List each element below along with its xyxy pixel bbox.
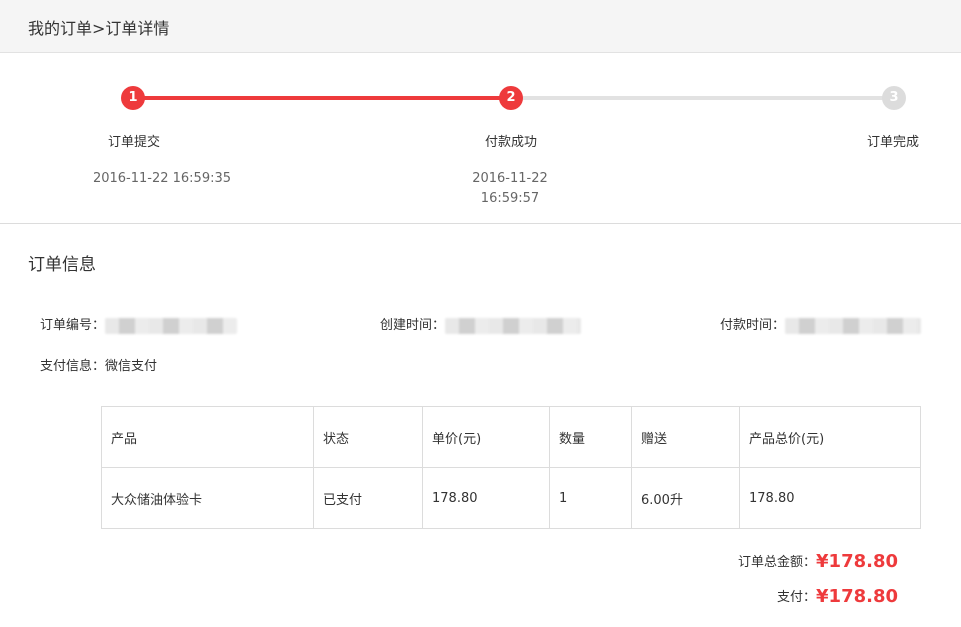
order-number-redacted [105,317,238,334]
step-1-time: 2016-11-22 16:59:35 [92,171,232,186]
paid-time-label: 付款时间： [720,318,786,333]
breadcrumb-separator: > [92,19,106,38]
table-header-quantity: 数量 [549,406,632,468]
table-header-product: 产品 [101,406,314,468]
paid-total-label: 支付： [777,590,817,605]
step-2-circle: 2 [499,86,523,110]
table-header-row: 产品 状态 单价(元) 数量 赠送 产品总价(元) [101,406,921,468]
order-progress: 1 2 3 订单提交 付款成功 订单完成 2016-11-22 16:59:35… [0,53,961,224]
step-3-label: 订单完成 [866,135,919,150]
paid-time-redacted [785,317,922,334]
table-header-unit-price: 单价(元) [422,406,550,468]
header-bar: 我的订单>订单详情 [0,0,961,53]
order-number-field: 订单编号： [40,314,238,334]
step-2-clock: 16:59:57 [480,191,540,206]
step-3-circle: 3 [882,86,906,110]
step-2-label: 付款成功 [484,135,537,150]
step-2-date: 2016-11-22 [472,171,548,186]
created-time-label: 创建时间： [380,318,446,333]
breadcrumb-my-orders-link[interactable]: 我的订单 [28,15,92,39]
table-header-total: 产品总价(元) [739,406,921,468]
breadcrumb: 我的订单>订单详情 [28,15,169,39]
paid-total-line: 支付：¥178.80 [777,586,898,607]
order-info-title: 订单信息 [28,255,96,275]
table-row: 大众储油体验卡 已支付 178.80 1 6.00升 178.80 [101,467,921,529]
order-total-label: 订单总金额： [738,555,817,570]
order-items-table: 产品 状态 单价(元) 数量 赠送 产品总价(元) 大众储油体验卡 已支付 17… [101,406,921,529]
created-time-field: 创建时间： [380,314,582,334]
paid-total-amount: ¥178.80 [816,586,898,607]
cell-unit-price: 178.80 [422,467,550,529]
payment-info-label: 支付信息： [40,359,106,374]
cell-quantity: 1 [549,467,632,529]
cell-bonus: 6.00升 [631,467,740,529]
step-1-label: 订单提交 [107,135,160,150]
payment-info-value: 微信支付 [105,359,158,374]
order-total-amount: ¥178.80 [816,551,898,572]
table-header-bonus: 赠送 [631,406,740,468]
payment-info-field: 支付信息：微信支付 [40,355,157,374]
breadcrumb-current: 订单详情 [105,19,170,38]
step-2-time: 2016-11-22 16:59:57 [435,169,585,209]
paid-time-field: 付款时间： [720,314,922,334]
step-1-circle: 1 [121,86,145,110]
cell-status: 已支付 [313,467,423,529]
order-number-label: 订单编号： [40,318,106,333]
progress-track-pending [511,96,894,100]
progress-track-completed [133,96,511,100]
table-header-status: 状态 [313,406,423,468]
order-total-line: 订单总金额：¥178.80 [738,551,898,572]
created-time-redacted [445,317,582,334]
cell-total: 178.80 [739,467,921,529]
cell-product: 大众储油体验卡 [101,467,314,529]
